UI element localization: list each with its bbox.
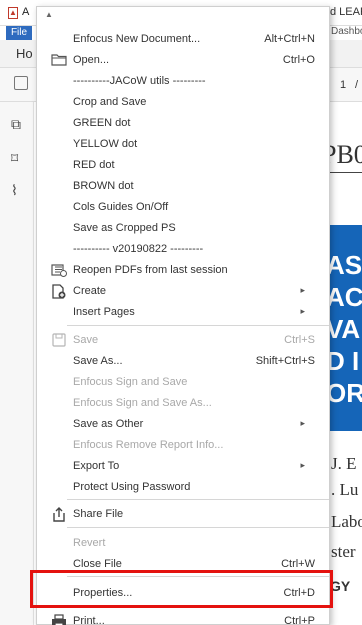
menu-item-label: Open...	[73, 54, 110, 66]
menu-item-label: Save	[73, 334, 99, 346]
menu-item-enfocus-sign-and-save[interactable]: Enfocus Sign and Save	[37, 372, 329, 393]
menu-item-enfocus-sign-and-save-as[interactable]: Enfocus Sign and Save As...	[37, 393, 329, 414]
page-separator: /	[355, 79, 359, 91]
menu-item-export-to[interactable]: Export To ▸	[37, 456, 329, 477]
menu-item-label: Export To	[73, 460, 120, 472]
menu-item-label: BROWN dot	[73, 180, 134, 192]
acrobat-icon: ▲	[8, 7, 18, 19]
pages-icon[interactable]: ⧉	[11, 116, 25, 132]
menu-item-print[interactable]: Print... Ctrl+P	[37, 611, 329, 625]
menu-item-label: YELLOW dot	[73, 138, 138, 150]
menu-item-reopen-pdfs[interactable]: Reopen PDFs from last session	[37, 260, 329, 281]
menu-item-label: Share File	[73, 508, 124, 520]
menu-item-red-dot[interactable]: RED dot	[37, 155, 329, 176]
bookmark-icon[interactable]: ⌑	[11, 150, 25, 166]
menu-item-shortcut: Alt+Ctrl+N	[264, 33, 315, 45]
menu-item-crop-and-save[interactable]: Crop and Save	[37, 92, 329, 113]
left-rail	[0, 102, 34, 625]
menu-item-label: Reopen PDFs from last session	[73, 264, 228, 276]
menu-item-label: Enfocus Remove Report Info...	[73, 439, 224, 451]
menu-item-insert-pages[interactable]: Insert Pages ▸	[37, 302, 329, 323]
menu-item-label: Enfocus Sign and Save As...	[73, 397, 212, 409]
menu-item-save-as-other[interactable]: Save as Other ▸	[37, 414, 329, 435]
menu-item-create[interactable]: Create ▸	[37, 281, 329, 302]
menu-item-protect-using-password[interactable]: Protect Using Password	[37, 477, 329, 498]
doc-banner-line: VA	[326, 314, 361, 344]
menu-item-enfocus-new-document[interactable]: Enfocus New Document... Alt+Ctrl+N	[37, 29, 329, 50]
menu-separator	[67, 527, 329, 528]
doc-banner-line: OR	[326, 378, 362, 408]
menu-item-shortcut: Ctrl+O	[282, 54, 315, 66]
menu-item-label: Close File	[73, 558, 122, 570]
page-number-field[interactable]: 1	[340, 79, 346, 91]
folder-icon	[51, 53, 67, 68]
menu-separator	[67, 325, 329, 326]
menu-item-label: Create	[73, 285, 107, 297]
menu-item-enfocus-remove-report-info[interactable]: Enfocus Remove Report Info...	[37, 435, 329, 456]
menu-item-yellow-dot[interactable]: YELLOW dot	[37, 134, 329, 155]
create-icon	[51, 284, 67, 299]
menu-item-label: Insert Pages	[73, 306, 135, 318]
menu-item-label: ---------- v20190822 ---------	[73, 243, 204, 255]
doc-banner-line: AC	[326, 282, 362, 312]
menu-item-cols-guides[interactable]: Cols Guides On/Off	[37, 197, 329, 218]
share-icon	[51, 507, 67, 522]
submenu-arrow-icon: ▸	[300, 418, 305, 428]
menu-item-version-header[interactable]: ---------- v20190822 ---------	[37, 239, 329, 260]
properties-highlight-box	[30, 570, 333, 608]
doc-banner-line: AS	[326, 250, 362, 280]
menu-item-shortcut: Ctrl+S	[284, 334, 315, 346]
scroll-up-icon[interactable]: ▲	[45, 10, 53, 19]
reopen-icon	[51, 263, 67, 278]
dashboard-tab[interactable]: Dashboa	[331, 26, 362, 37]
menu-item-brown-dot[interactable]: BROWN dot	[37, 176, 329, 197]
submenu-arrow-icon: ▸	[300, 306, 305, 316]
menu-item-save-as[interactable]: Save As... Shift+Ctrl+S	[37, 351, 329, 372]
menu-item-save[interactable]: Save Ctrl+S	[37, 330, 329, 351]
print-icon	[51, 614, 67, 625]
menu-item-label: Cols Guides On/Off	[73, 201, 169, 213]
menu-item-label: RED dot	[73, 159, 115, 171]
menu-item-open[interactable]: Open... Ctrl+O	[37, 50, 329, 71]
menu-item-shortcut: Ctrl+W	[281, 558, 315, 570]
menu-item-label: Save as Cropped PS	[73, 222, 176, 234]
attachment-icon[interactable]: ⌇	[11, 182, 25, 198]
doc-banner-line: D I	[326, 346, 360, 376]
menu-item-share-file[interactable]: Share File	[37, 504, 329, 525]
menu-item-green-dot[interactable]: GREEN dot	[37, 113, 329, 134]
toolbar-save-icon[interactable]	[14, 76, 28, 90]
menu-item-label: Save as Other	[73, 418, 144, 430]
menu-item-label: Print...	[73, 615, 105, 625]
tab-home[interactable]: Ho	[16, 46, 33, 61]
doc-author-line: J. E	[331, 454, 357, 473]
doc-rule	[330, 172, 362, 173]
menu-item-label: Crop and Save	[73, 96, 147, 108]
submenu-arrow-icon: ▸	[300, 460, 305, 470]
menu-item-label: Revert	[73, 537, 106, 549]
window-title: d LEAF -	[330, 6, 362, 18]
menu-item-revert[interactable]: Revert	[37, 533, 329, 554]
menu-item-label: Enfocus Sign and Save	[73, 376, 188, 388]
menu-item-label: Protect Using Password	[73, 481, 191, 493]
menu-item-label: Save As...	[73, 355, 123, 367]
submenu-arrow-icon: ▸	[300, 285, 305, 295]
menu-item-label: Enfocus New Document...	[73, 33, 201, 45]
file-menu-dropdown: ▲ Enfocus New Document... Alt+Ctrl+N Ope…	[36, 6, 330, 625]
file-menu-tab[interactable]: File	[6, 26, 32, 40]
menu-item-jacow-utils-header[interactable]: ----------JACoW utils ---------	[37, 71, 329, 92]
menu-item-label: GREEN dot	[73, 117, 131, 129]
menu-item-shortcut: Ctrl+P	[284, 615, 315, 625]
menu-item-shortcut: Shift+Ctrl+S	[255, 355, 315, 367]
save-icon	[51, 333, 67, 348]
doc-author-line: . Lu	[331, 480, 359, 499]
doc-logo: GY	[330, 578, 351, 594]
doc-affiliation-line: ster	[331, 542, 356, 561]
app-title-letter: A	[22, 6, 30, 18]
menu-separator	[67, 499, 329, 500]
menu-item-label: ----------JACoW utils ---------	[73, 75, 206, 87]
menu-item-save-as-cropped-ps[interactable]: Save as Cropped PS	[37, 218, 329, 239]
doc-affiliation-line: Labo	[331, 512, 362, 531]
